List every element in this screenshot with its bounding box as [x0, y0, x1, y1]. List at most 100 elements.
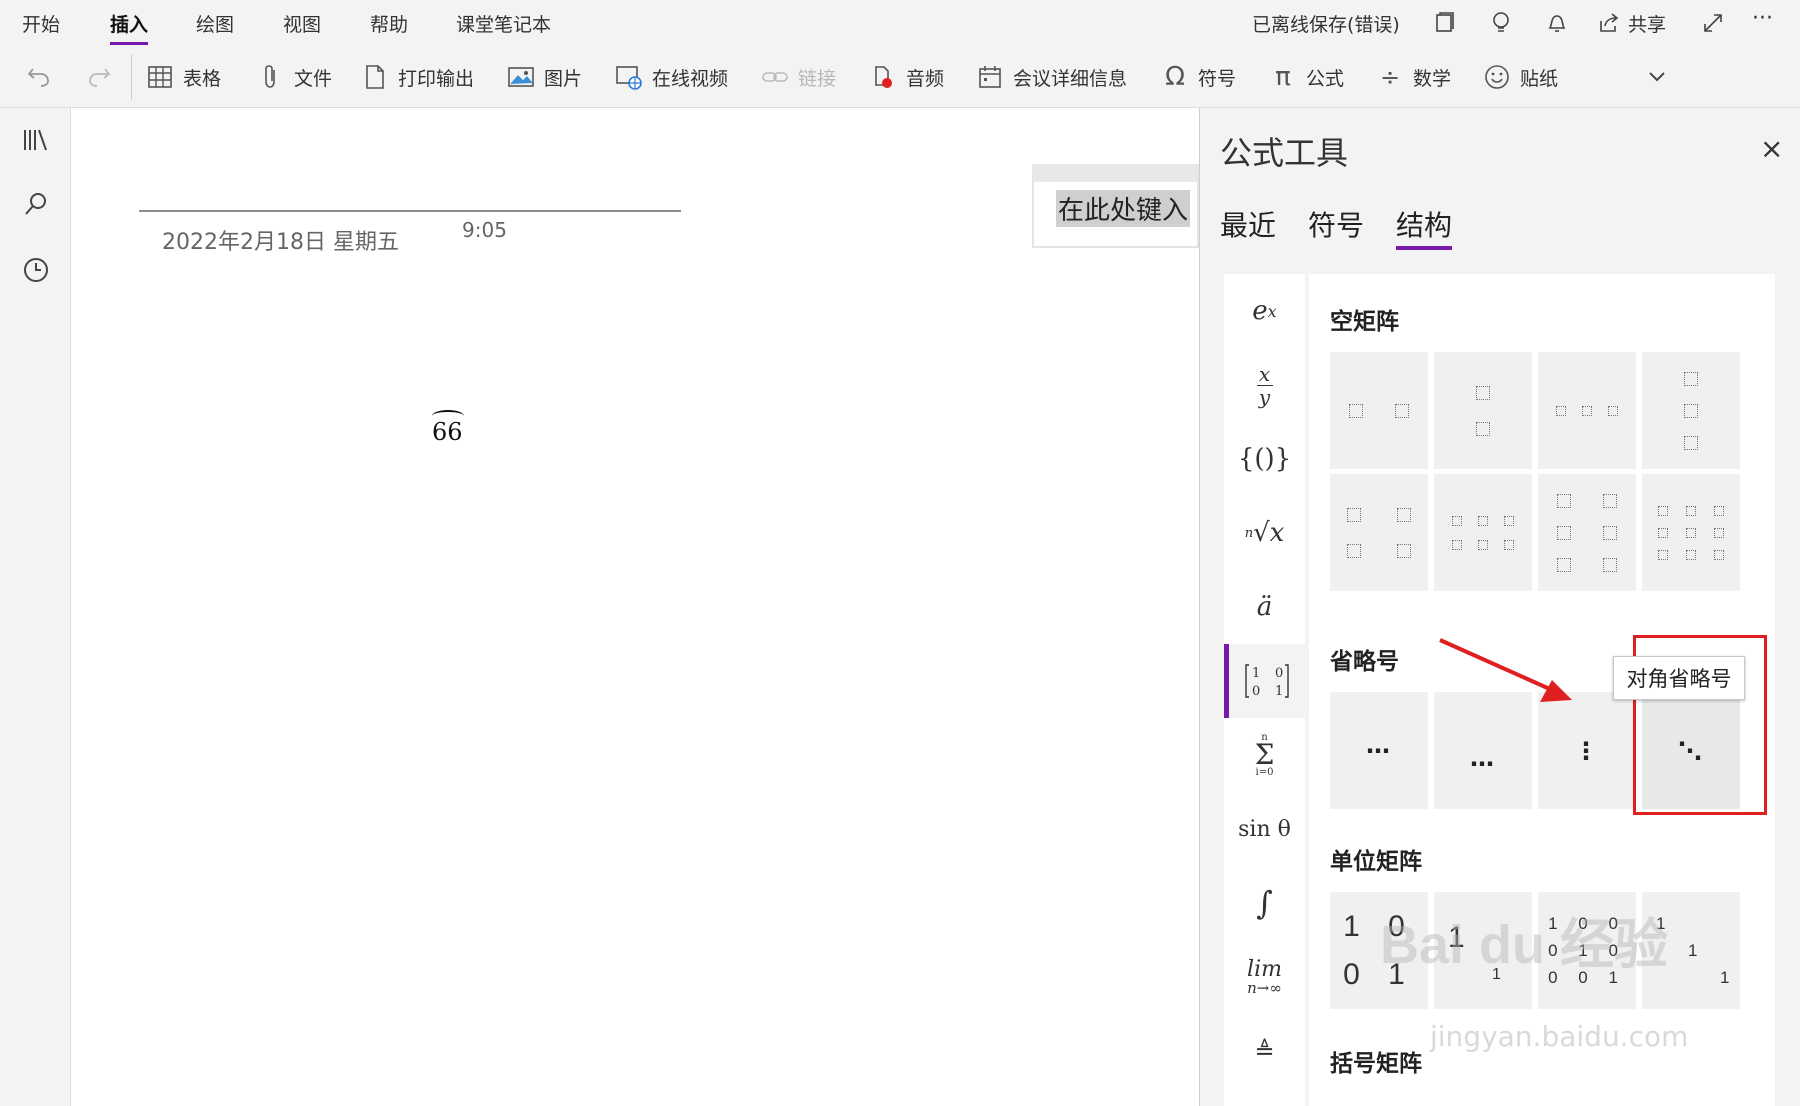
watermark-logo: Bai du 经验 [1380, 915, 1669, 975]
identity-row: 1 [1688, 940, 1698, 960]
category-function[interactable]: sin θ [1224, 792, 1305, 866]
math-icon: ÷ [1379, 63, 1401, 91]
matrix-3x1[interactable] [1642, 352, 1740, 469]
insert-symbol-button[interactable]: Ω 符号 [1160, 60, 1236, 94]
notebook-icon[interactable] [1430, 8, 1460, 38]
insert-table-button[interactable]: 表格 [145, 60, 221, 94]
page-date: 2022年2月18日 星期五 [162, 230, 399, 255]
omega-icon: Ω [1165, 62, 1185, 92]
section-empty-matrix: 空矩阵 [1330, 309, 1399, 335]
category-fraction[interactable]: xy [1224, 348, 1305, 422]
tab-structures[interactable]: 结构 [1396, 204, 1453, 250]
ellipsis-midline[interactable]: ⋯ [1330, 692, 1428, 809]
section-bracket-matrix: 括号矩阵 [1330, 1051, 1422, 1077]
matrix-1x3[interactable] [1538, 352, 1636, 469]
category-brackets[interactable]: {()} [1224, 422, 1305, 496]
pi-icon: π [1275, 62, 1291, 92]
note-container[interactable]: 在此处键入 [1032, 164, 1199, 248]
matrix-2x3[interactable] [1434, 474, 1532, 591]
document-icon [360, 62, 390, 92]
link-label: 链接 [798, 67, 837, 90]
structure-categories: ex xy {()} n √x ä 1001 n Σi=0 sin θ ∫ lim n… [1224, 274, 1305, 1106]
notebooks-icon[interactable] [18, 122, 54, 158]
insert-toolbar: 表格 文件 打印输出 图片 在线视频 链接 音频 会议详细信息 Ω 符号 π 公… [0, 46, 1800, 108]
more-options-button[interactable]: ··· [1752, 6, 1773, 31]
close-icon[interactable]: × [1760, 132, 1783, 165]
tab-symbols[interactable]: 符号 [1308, 204, 1364, 244]
math-label: 数学 [1413, 67, 1452, 90]
svg-text:0: 0 [1275, 666, 1283, 681]
share-icon[interactable] [1594, 8, 1624, 38]
share-button[interactable]: 共享 [1628, 10, 1666, 37]
page-time: 9:05 [462, 218, 507, 242]
insert-picture-button[interactable]: 图片 [506, 60, 582, 94]
audio-label: 音频 [906, 67, 945, 90]
vertical-dots: ⋮ [1574, 736, 1600, 765]
undo-icon[interactable] [22, 60, 56, 94]
page-canvas[interactable]: 2022年2月18日 星期五 9:05 66 在此处键入 [72, 108, 1199, 1106]
sticker-label: 贴纸 [1520, 67, 1559, 90]
svg-text:1: 1 [1252, 666, 1260, 681]
math-button[interactable]: ÷ 数学 [1375, 60, 1451, 94]
tab-class-notebook[interactable]: 课堂笔记本 [456, 10, 551, 37]
file-label: 文件 [294, 67, 333, 90]
section-ellipsis: 省略号 [1330, 649, 1399, 675]
chevron-down-icon[interactable] [1640, 60, 1674, 94]
insert-file-button[interactable]: 文件 [256, 60, 332, 94]
ribbon-tabs: 开始 插入 绘图 视图 帮助 课堂笔记本 已离线保存(错误) 共享 ··· [0, 0, 1800, 46]
insert-printout-button[interactable]: 打印输出 [360, 60, 474, 94]
lightbulb-icon[interactable] [1486, 8, 1516, 38]
meeting-details-button[interactable]: 会议详细信息 [975, 60, 1127, 94]
ellipsis-vertical[interactable]: ⋮ [1538, 692, 1636, 809]
tab-insert[interactable]: 插入 [110, 10, 149, 45]
category-radical[interactable]: n √x [1224, 496, 1305, 570]
left-nav [0, 108, 71, 1106]
pane-title: 公式工具 [1220, 134, 1349, 172]
insert-equation-button[interactable]: π 公式 [1268, 60, 1344, 94]
paperclip-icon [256, 62, 286, 92]
insert-sticker-button[interactable]: 贴纸 [1482, 60, 1558, 94]
type-here-placeholder[interactable]: 在此处键入 [1056, 190, 1191, 227]
ellipsis-baseline[interactable]: … [1434, 692, 1532, 809]
category-matrix[interactable]: 1001 [1224, 644, 1305, 718]
category-accent[interactable]: ä [1224, 570, 1305, 644]
equation-overarc[interactable]: 66 [432, 410, 464, 446]
equation-text: 66 [432, 418, 463, 446]
category-operator[interactable]: ≜ [1224, 1014, 1305, 1088]
sync-status[interactable]: 已离线保存(错误) [1252, 10, 1400, 37]
expand-icon[interactable] [1698, 8, 1728, 38]
category-limit[interactable]: lim n→∞ [1224, 940, 1305, 1014]
audio-icon [868, 62, 898, 92]
watermark-url: jingyan.baidu.com [1430, 1020, 1689, 1053]
category-large-operator[interactable]: n Σi=0 [1224, 718, 1305, 792]
baseline-dots: … [1470, 743, 1496, 772]
equation-label: 公式 [1306, 67, 1345, 90]
category-script[interactable]: ex [1224, 274, 1305, 348]
matrix-2x2[interactable] [1330, 474, 1428, 591]
matrix-2x1[interactable] [1434, 352, 1532, 469]
bell-icon[interactable] [1542, 8, 1572, 38]
identity-row: 1 [1720, 968, 1730, 988]
insert-online-video-button[interactable]: 在线视频 [614, 60, 728, 94]
matrix-3x2[interactable] [1538, 474, 1636, 591]
svg-text:1: 1 [1275, 684, 1283, 699]
search-icon[interactable] [18, 186, 54, 222]
smiley-icon [1482, 62, 1512, 92]
page-title-underline [139, 210, 681, 212]
meeting-label: 会议详细信息 [1013, 67, 1128, 90]
insert-audio-button[interactable]: 音频 [868, 60, 944, 94]
tab-help[interactable]: 帮助 [370, 10, 408, 37]
category-integral[interactable]: ∫ [1224, 866, 1305, 940]
tab-draw[interactable]: 绘图 [196, 10, 234, 37]
tab-view[interactable]: 视图 [283, 10, 321, 37]
online-video-icon [614, 62, 644, 92]
matrix-3x3[interactable] [1642, 474, 1740, 591]
link-icon [760, 62, 790, 92]
matrix-1x2[interactable] [1330, 352, 1428, 469]
redo-icon[interactable] [82, 60, 116, 94]
tab-home[interactable]: 开始 [22, 10, 60, 37]
symbol-label: 符号 [1198, 67, 1237, 90]
tab-recent[interactable]: 最近 [1220, 204, 1276, 244]
insert-link-button[interactable]: 链接 [760, 60, 836, 94]
recent-clock-icon[interactable] [18, 252, 54, 288]
